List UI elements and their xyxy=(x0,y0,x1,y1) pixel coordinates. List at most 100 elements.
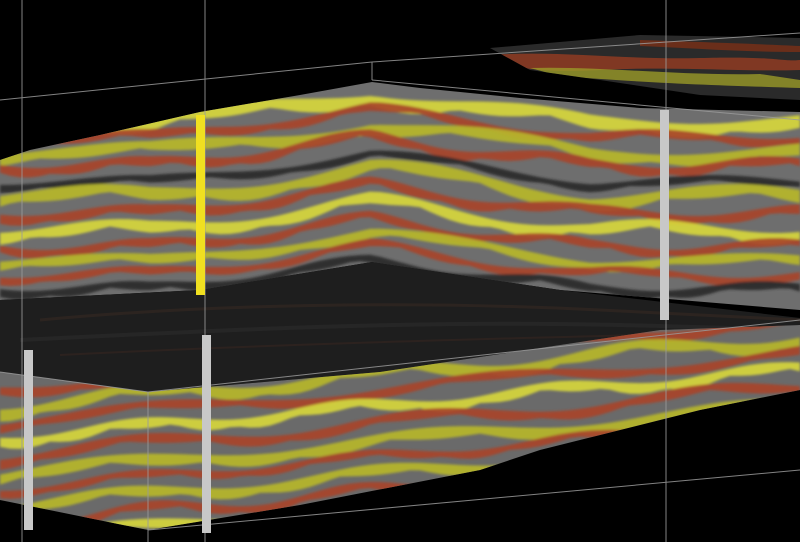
well-log-segment xyxy=(660,206,669,212)
well-log-segment xyxy=(196,193,205,199)
well-log-segment xyxy=(196,241,205,247)
well-log-segment xyxy=(196,187,205,193)
well-log-segment xyxy=(202,377,211,383)
well-log-segment xyxy=(24,422,33,428)
well-log-segment xyxy=(24,434,33,440)
well-log-segment xyxy=(196,199,205,205)
well-log-segment xyxy=(24,362,33,368)
well-log-segment xyxy=(24,356,33,362)
well-log-segment xyxy=(202,359,211,365)
well-log-segment xyxy=(202,395,211,401)
well-log-segment xyxy=(196,211,205,217)
well-log-segment xyxy=(24,404,33,410)
well-log-segment xyxy=(660,170,669,176)
well-log-segment xyxy=(660,176,669,182)
well-log-segment xyxy=(660,254,669,260)
well-log-segment xyxy=(24,446,33,452)
well-log-segment xyxy=(660,122,669,128)
well-log-segment xyxy=(196,265,205,271)
3d-seismic-viewport[interactable] xyxy=(0,0,800,542)
well-log-segment xyxy=(660,230,669,236)
well-log-segment xyxy=(202,341,211,347)
well-log-segment xyxy=(24,476,33,482)
well-log-segment xyxy=(24,458,33,464)
well-log-segment xyxy=(24,494,33,500)
well-log-segment xyxy=(202,467,211,473)
well-log-segment xyxy=(660,146,669,152)
far-time-slice xyxy=(490,35,800,100)
well-log-segment xyxy=(202,443,211,449)
well-log-segment xyxy=(202,515,211,521)
well-log-segment xyxy=(196,253,205,259)
well-log-segment xyxy=(202,425,211,431)
well-log-segment xyxy=(202,419,211,425)
well-log-segment xyxy=(202,437,211,443)
well-log-segment xyxy=(24,416,33,422)
well-log-segment xyxy=(660,164,669,170)
well-log-segment xyxy=(196,259,205,265)
well-log-segment xyxy=(196,235,205,241)
well-log-segment xyxy=(202,527,211,533)
well-log-segment xyxy=(660,116,669,122)
well-log-segment xyxy=(660,236,669,242)
well-log-well-a[interactable] xyxy=(196,115,205,295)
well-log-segment xyxy=(24,440,33,446)
well-log-segment xyxy=(660,284,669,290)
well-log-segment xyxy=(202,449,211,455)
well-log-segment xyxy=(202,461,211,467)
well-log-segment xyxy=(24,500,33,506)
well-log-segment xyxy=(202,431,211,437)
well-log-segment xyxy=(202,365,211,371)
well-log-segment xyxy=(660,302,669,308)
well-log-segment xyxy=(202,479,211,485)
well-log-segment xyxy=(24,368,33,374)
well-log-segment xyxy=(660,260,669,266)
well-log-segment xyxy=(24,524,33,530)
well-log-segment xyxy=(660,188,669,194)
well-log-segment xyxy=(196,121,205,127)
seismic-scene xyxy=(0,0,800,542)
well-log-segment xyxy=(196,139,205,145)
well-log-segment xyxy=(196,181,205,187)
well-log-segment xyxy=(202,347,211,353)
well-log-segment xyxy=(196,169,205,175)
well-log-segment xyxy=(202,473,211,479)
well-log-segment xyxy=(660,158,669,164)
well-log-segment xyxy=(196,271,205,277)
well-log-segment xyxy=(196,283,205,289)
well-log-well-c[interactable] xyxy=(24,350,33,530)
well-log-segment xyxy=(660,248,669,254)
well-log-segment xyxy=(202,509,211,515)
well-log-segment xyxy=(24,392,33,398)
well-log-segment xyxy=(202,491,211,497)
well-log-segment xyxy=(196,175,205,181)
well-log-well-b[interactable] xyxy=(660,110,669,320)
well-log-segment xyxy=(24,398,33,404)
well-log-segment xyxy=(660,296,669,302)
well-log-segment xyxy=(660,200,669,206)
well-log-segment xyxy=(196,163,205,169)
well-log-segment xyxy=(196,151,205,157)
well-log-segment xyxy=(24,374,33,380)
well-log-segment xyxy=(24,482,33,488)
well-log-segment xyxy=(196,229,205,235)
well-log-segment xyxy=(24,386,33,392)
well-log-segment xyxy=(196,205,205,211)
well-log-segment xyxy=(660,272,669,278)
well-log-segment xyxy=(196,289,205,295)
well-log-segment xyxy=(196,127,205,133)
well-log-segment xyxy=(24,470,33,476)
well-log-segment xyxy=(196,133,205,139)
well-log-segment xyxy=(660,194,669,200)
well-log-segment xyxy=(196,247,205,253)
well-log-well-d[interactable] xyxy=(202,335,211,533)
well-log-segment xyxy=(196,157,205,163)
well-log-segment xyxy=(660,128,669,134)
well-log-segment xyxy=(660,152,669,158)
well-log-segment xyxy=(202,335,211,341)
well-log-segment xyxy=(660,278,669,284)
well-log-segment xyxy=(196,277,205,283)
well-log-segment xyxy=(660,308,669,314)
well-log-segment xyxy=(24,452,33,458)
well-log-segment xyxy=(202,497,211,503)
